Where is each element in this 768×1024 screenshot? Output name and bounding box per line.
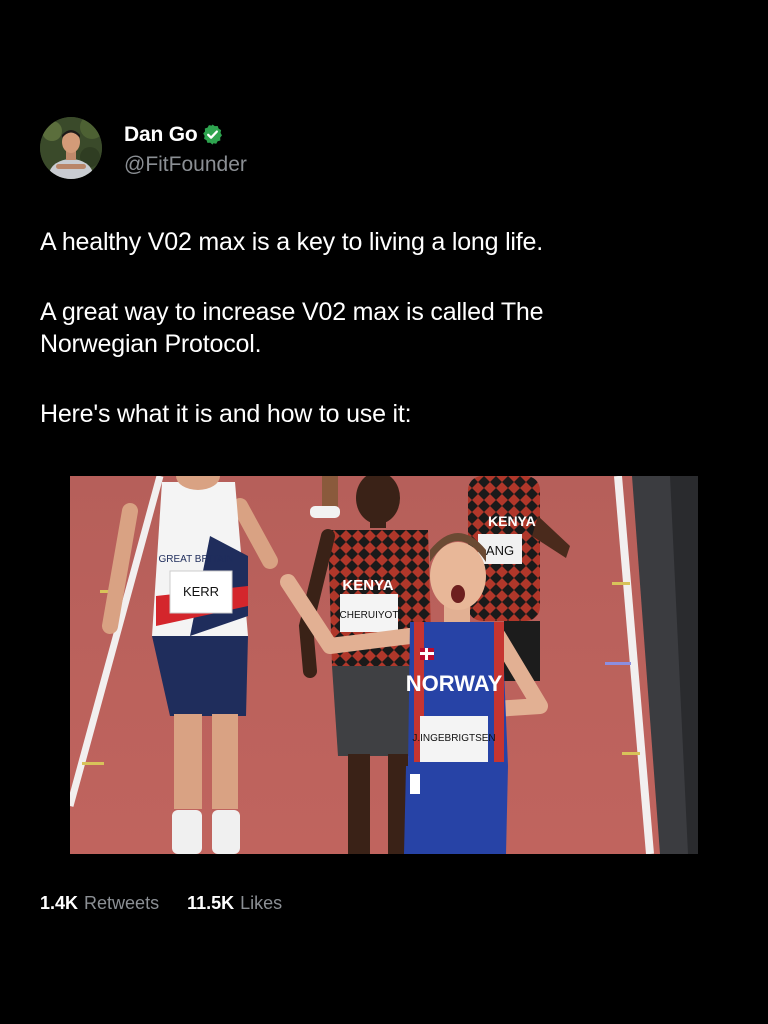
bib-norway: NORWAY	[406, 671, 503, 696]
retweets-label: Retweets	[84, 893, 160, 913]
avatar[interactable]	[40, 117, 102, 179]
race-photo: ANG KENYA KERR GREAT BRITAIN CHERUIYOT K…	[70, 476, 698, 854]
bib-kerr: KERR	[183, 584, 219, 599]
bib-kenya-back: ANG	[486, 543, 514, 558]
tweet-paragraph: A great way to increase V02 max is calle…	[40, 298, 544, 358]
likes-label: Likes	[240, 893, 283, 913]
retweets-count: 1.4K	[40, 893, 79, 913]
tweet-stats: 1.4K Retweets 11.5K Likes	[40, 893, 310, 914]
profile-photo-icon	[40, 117, 102, 179]
tweet-header: Dan Go @FitFounder	[40, 117, 247, 179]
bib-great-britain: GREAT BRITAIN	[158, 554, 233, 565]
user-handle[interactable]: @FitFounder	[124, 153, 247, 177]
author-info: Dan Go @FitFounder	[124, 120, 247, 177]
likes-count: 11.5K	[187, 893, 235, 913]
likes-stat[interactable]: 11.5K Likes	[187, 893, 282, 914]
display-name[interactable]: Dan Go	[124, 123, 198, 147]
tweet-body: A healthy V02 max is a key to living a l…	[40, 226, 660, 468]
tweet-paragraph: Here's what it is and how to use it:	[40, 400, 412, 428]
bib-ingebrigtsen: J.INGEBRIGTSEN	[412, 733, 495, 744]
name-row: Dan Go	[124, 120, 247, 150]
bib-kenya-front: KENYA	[342, 577, 393, 594]
retweets-stat[interactable]: 1.4K Retweets	[40, 893, 159, 914]
bib-cheruiyot: CHERUIYOT	[340, 610, 399, 621]
tweet-paragraph: A healthy V02 max is a key to living a l…	[40, 228, 543, 256]
verified-badge-icon	[203, 124, 223, 145]
tweet-media-photo[interactable]: ANG KENYA KERR GREAT BRITAIN CHERUIYOT K…	[70, 476, 698, 854]
bib-kenya-back-country: KENYA	[488, 513, 536, 529]
